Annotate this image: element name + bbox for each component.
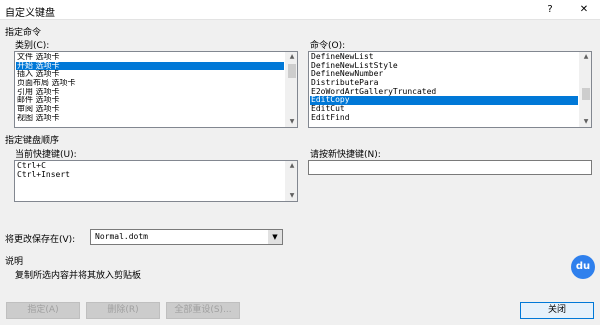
commands-listbox[interactable]: DefineNewList DefineNewListStyle DefineNew…	[308, 51, 592, 128]
category-list-item[interactable]: 开始 选项卡	[16, 61, 284, 71]
category-list-item[interactable]: 视图 选项卡	[16, 114, 284, 123]
categories-scrollbar[interactable]: ▲ ▼	[285, 52, 297, 127]
description-heading: 说明	[5, 257, 24, 267]
save-in-dropdown[interactable]: Normal.dotm ▼	[90, 229, 283, 245]
save-in-label: 将更改保存在(V):	[5, 235, 76, 245]
command-list-item[interactable]: DefineNewNumber	[310, 70, 578, 79]
close-button[interactable]: 关闭	[520, 302, 594, 319]
scroll-up-icon[interactable]: ▲	[580, 52, 591, 62]
commands-scrollbar[interactable]: ▲ ▼	[579, 52, 591, 127]
commands-list: DefineNewList DefineNewListStyle DefineNew…	[310, 53, 578, 123]
categories-label: 类别(C):	[15, 41, 50, 51]
scroll-up-icon[interactable]: ▲	[286, 161, 297, 171]
command-list-item[interactable]: E2oWordArtGalleryTruncated	[310, 88, 578, 97]
scroll-down-icon[interactable]: ▼	[286, 117, 297, 127]
category-list-item[interactable]: 邮件 选项卡	[16, 96, 284, 105]
scroll-down-icon[interactable]: ▼	[286, 191, 297, 201]
category-list-item[interactable]: 引用 选项卡	[16, 88, 284, 97]
categories-listbox[interactable]: 文件 选项卡 开始 选项卡 插入 选项卡 页面布局 选项卡 引用 选项卡 邮件 选项卡 审阅…	[14, 51, 298, 128]
command-list-item[interactable]: EditCut	[310, 105, 578, 114]
reset-all-button[interactable]: 全部重设(S)...	[166, 302, 240, 319]
new-key-input[interactable]	[308, 160, 592, 175]
command-list-item[interactable]: EditCopy	[310, 96, 578, 106]
chevron-down-icon[interactable]: ▼	[268, 230, 282, 244]
category-list-item[interactable]: 插入 选项卡	[16, 70, 284, 79]
command-list-item[interactable]: DefineNewListStyle	[310, 62, 578, 71]
current-keys-label: 当前快捷键(U):	[15, 150, 77, 160]
current-keys-scrollbar[interactable]: ▲ ▼	[285, 161, 297, 201]
help-button[interactable]: ?	[536, 0, 564, 20]
command-list-item[interactable]: EditFind	[310, 114, 578, 123]
scroll-down-icon[interactable]: ▼	[580, 117, 591, 127]
save-in-value: Normal.dotm	[95, 232, 148, 241]
current-keys-listbox[interactable]: Ctrl+C Ctrl+Insert ▲ ▼	[14, 160, 298, 202]
category-list-item[interactable]: 文件 选项卡	[16, 53, 284, 62]
category-list-item[interactable]: 审阅 选项卡	[16, 105, 284, 114]
category-list-item[interactable]: 页面布局 选项卡	[16, 79, 284, 88]
command-list-item[interactable]: DistributePara	[310, 79, 578, 88]
scroll-thumb[interactable]	[582, 88, 590, 100]
assign-button[interactable]: 指定(A)	[6, 302, 80, 319]
scroll-thumb[interactable]	[288, 64, 296, 78]
current-key-item[interactable]: Ctrl+C	[16, 162, 284, 171]
key-sequence-heading: 指定键盘顺序	[5, 136, 60, 146]
specify-command-heading: 指定命令	[5, 28, 42, 38]
description-text: 复制所选内容并将其放入剪贴板	[15, 271, 142, 281]
close-icon[interactable]: ✕	[570, 0, 598, 20]
command-list-item[interactable]: DefineNewList	[310, 53, 578, 62]
current-key-item[interactable]: Ctrl+Insert	[16, 171, 284, 180]
categories-list: 文件 选项卡 开始 选项卡 插入 选项卡 页面布局 选项卡 引用 选项卡 邮件 选项卡 审阅…	[16, 53, 284, 123]
du-logo-icon: du	[571, 255, 595, 279]
scroll-up-icon[interactable]: ▲	[286, 52, 297, 62]
commands-label: 命令(O):	[310, 41, 346, 51]
remove-button[interactable]: 删除(R)	[86, 302, 160, 319]
window-title: 自定义键盘	[5, 8, 55, 19]
new-key-label: 请按新快捷键(N):	[310, 150, 381, 160]
title-bar: 自定义键盘 ? ✕	[0, 0, 600, 20]
current-keys-list: Ctrl+C Ctrl+Insert	[16, 162, 284, 179]
